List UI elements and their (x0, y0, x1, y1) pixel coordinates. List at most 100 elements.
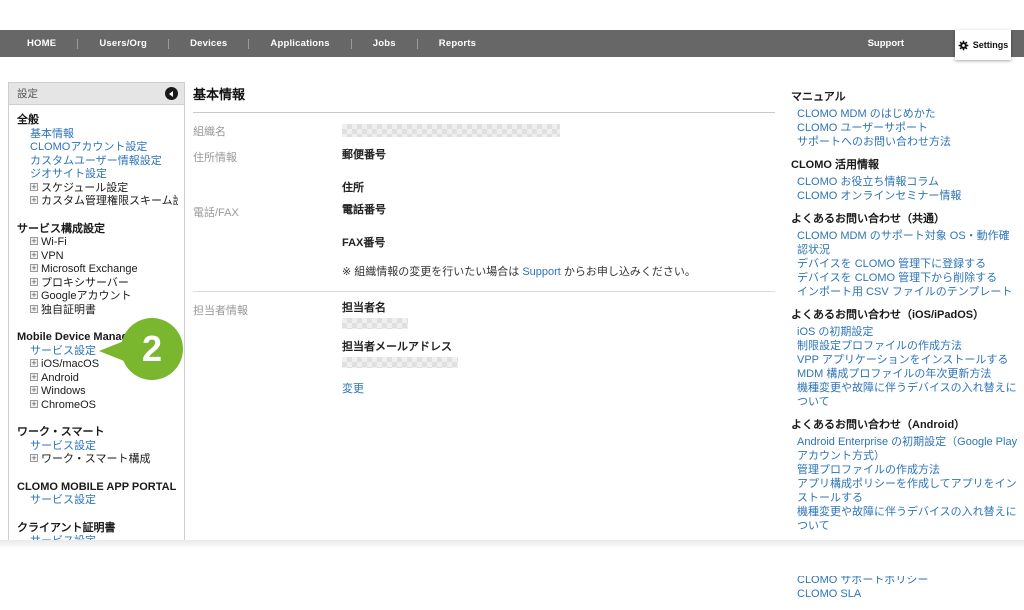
expand-icon[interactable]: + (30, 400, 38, 408)
sidebar-item-label: Microsoft Exchange (41, 263, 138, 275)
sidebar-item-label: Wi-Fi (41, 236, 67, 248)
expand-icon[interactable]: + (30, 359, 38, 367)
org-name-row: 組織名 (193, 113, 775, 139)
expand-icon[interactable]: + (30, 237, 38, 245)
address-label: 住所情報 (193, 149, 342, 194)
help-link[interactable]: デバイスを CLOMO 管理下から削除する (791, 271, 1019, 285)
expand-icon[interactable]: + (30, 251, 38, 259)
sidebar-item-wifi[interactable]: +Wi-Fi (17, 236, 178, 250)
settings-tab-label: Settings (973, 40, 1009, 50)
sidebar-item-basic-info[interactable]: 基本情報 (17, 128, 178, 142)
sidebar-collapse-button[interactable] (165, 87, 178, 100)
main-content: 基本情報 組織名 住所情報 郵便番号 住所 電話/FAX 電話番号 FAX番号 … (193, 84, 775, 396)
expand-icon[interactable]: + (30, 386, 38, 394)
help-link[interactable]: アプリ構成ポリシーを作成してアプリをインストールする (791, 477, 1019, 505)
help-section-manual: マニュアル CLOMO MDM のはじめかた CLOMO ユーザーサポート サポ… (791, 90, 1019, 149)
sidebar-item-custom-user-info[interactable]: カスタムユーザー情報設定 (17, 155, 178, 169)
sidebar-item-label: スケジュール設定 (41, 182, 128, 194)
sidebar-item-ms-exchange[interactable]: +Microsoft Exchange (17, 263, 178, 277)
help-link[interactable]: Android Enterprise の初期設定（Google Play アカウ… (791, 435, 1019, 463)
sidebar-item-geosite[interactable]: ジオサイト設定 (17, 168, 178, 182)
redacted-contact-name (342, 318, 408, 329)
nav-item-home[interactable]: HOME (6, 38, 77, 49)
org-name-label: 組織名 (193, 123, 342, 139)
help-section-header: マニュアル (791, 90, 1019, 105)
expand-icon[interactable]: + (30, 291, 38, 299)
help-link[interactable]: CLOMO オンラインセミナー情報 (791, 189, 1019, 203)
help-section-faq-android: よくあるお問い合わせ（Android） Android Enterprise の… (791, 418, 1019, 533)
nav-item-jobs[interactable]: Jobs (352, 38, 417, 49)
sidebar-item-label: ワーク・スマート構成 (41, 453, 150, 465)
sidebar-item-google-account[interactable]: +Googleアカウント (17, 290, 178, 304)
support-link[interactable]: Support (522, 266, 561, 278)
help-link[interactable]: サポートへのお問い合わせ方法 (791, 135, 1019, 149)
help-section-header: CLOMO 活用情報 (791, 158, 1019, 173)
org-change-note: ※ 組織情報の変更を行いたい場合は Support からお申し込みください。 (342, 263, 775, 279)
sidebar-item-label: Windows (41, 385, 86, 397)
help-panel: マニュアル CLOMO MDM のはじめかた CLOMO ユーザーサポート サポ… (791, 90, 1019, 610)
help-link[interactable]: 機種変更や故障に伴うデバイスの入れ替えについて (791, 381, 1019, 409)
sidebar-item-worksmart-service-settings[interactable]: サービス設定 (17, 440, 178, 454)
change-link[interactable]: 変更 (342, 380, 364, 396)
page: { "colors":{"topbar_gray":"#676767","lin… (0, 0, 1024, 576)
help-link[interactable]: CLOMO MDM のはじめかた (791, 107, 1019, 121)
viewport-bottom-edge (0, 540, 1024, 576)
help-link[interactable]: CLOMO MDM のサポート対象 OS・動作確認状況 (791, 229, 1019, 257)
sidebar-item-worksmart-config[interactable]: +ワーク・スマート構成 (17, 453, 178, 467)
sidebar-item-schedule[interactable]: +スケジュール設定 (17, 182, 178, 196)
sidebar-section-header: CLOMO MOBILE APP PORTAL (17, 481, 178, 495)
sidebar-section-general: 全般 基本情報 CLOMOアカウント設定 カスタムユーザー情報設定 ジオサイト設… (17, 114, 178, 209)
phone-fax-label: 電話/FAX (193, 204, 342, 249)
expand-icon[interactable]: + (30, 305, 38, 313)
callout-tail (99, 341, 124, 361)
sidebar-item-vpn[interactable]: +VPN (17, 250, 178, 264)
nav-item-applications[interactable]: Applications (249, 38, 350, 49)
expand-icon[interactable]: + (30, 264, 38, 272)
sidebar-item-clomo-account[interactable]: CLOMOアカウント設定 (17, 141, 178, 155)
help-link[interactable]: MDM 構成プロファイルの年次更新方法 (791, 367, 1019, 381)
sidebar-item-chromeos[interactable]: +ChromeOS (17, 399, 178, 413)
help-link[interactable]: インポート用 CSV ファイルのテンプレート (791, 285, 1019, 299)
help-section-faq-common: よくあるお問い合わせ（共通） CLOMO MDM のサポート対象 OS・動作確認… (791, 212, 1019, 299)
help-section-header: よくあるお問い合わせ（Android） (791, 418, 1019, 433)
help-link[interactable]: デバイスを CLOMO 管理下に登録する (791, 257, 1019, 271)
sidebar-item-windows[interactable]: +Windows (17, 385, 178, 399)
expand-icon[interactable]: + (30, 196, 38, 204)
sidebar-section-app-portal: CLOMO MOBILE APP PORTAL サービス設定 (17, 481, 178, 508)
sidebar-item-label: Googleアカウント (41, 290, 131, 302)
sidebar-item-label: iOS/macOS (41, 358, 99, 370)
step-2-callout: 2 (121, 318, 183, 380)
callout-number: 2 (121, 318, 183, 380)
sidebar-item-label: カスタム管理権限スキーム設定 (41, 195, 178, 207)
help-link[interactable]: CLOMO SLA (791, 587, 1019, 601)
help-link[interactable]: iOS の初期設定 (791, 325, 1019, 339)
help-link[interactable]: CLOMO ユーザーサポート (791, 121, 1019, 135)
sidebar-item-custom-admin-scheme[interactable]: +カスタム管理権限スキーム設定 (17, 195, 178, 209)
sidebar-item-proxy-server[interactable]: +プロキシサーバー (17, 277, 178, 291)
nav-item-users-org[interactable]: Users/Org (78, 38, 168, 49)
nav-item-support[interactable]: Support (868, 38, 904, 49)
phone-fax-row: 電話/FAX 電話番号 FAX番号 (193, 194, 775, 249)
help-link[interactable]: 管理プロファイルの作成方法 (791, 463, 1019, 477)
expand-icon[interactable]: + (30, 454, 38, 462)
contact-info-label: 担当者情報 (193, 302, 342, 396)
help-link[interactable]: CLOMO お役立ち情報コラム (791, 175, 1019, 189)
help-link[interactable]: VPP アプリケーションをインストールする (791, 353, 1019, 367)
nav-item-reports[interactable]: Reports (418, 38, 497, 49)
sidebar-item-label: VPN (41, 250, 64, 262)
sidebar-item-own-certificate[interactable]: +独自証明書 (17, 304, 178, 318)
sidebar-title: 設定 (17, 86, 38, 101)
sidebar-item-portal-service-settings[interactable]: サービス設定 (17, 494, 178, 508)
gear-icon (958, 40, 969, 51)
help-section-clomo-info: CLOMO 活用情報 CLOMO お役立ち情報コラム CLOMO オンラインセミ… (791, 158, 1019, 203)
expand-icon[interactable]: + (30, 373, 38, 381)
help-link[interactable]: 制限設定プロファイルの作成方法 (791, 339, 1019, 353)
sidebar-item-label: Android (41, 372, 79, 384)
nav-item-devices[interactable]: Devices (169, 38, 248, 49)
help-link[interactable]: 機種変更や故障に伴うデバイスの入れ替えについて (791, 505, 1019, 533)
expand-icon[interactable]: + (30, 278, 38, 286)
settings-tab[interactable]: Settings (955, 30, 1011, 60)
redacted-contact-email (342, 357, 458, 368)
contact-name-label: 担当者名 (342, 302, 775, 314)
expand-icon[interactable]: + (30, 183, 38, 191)
